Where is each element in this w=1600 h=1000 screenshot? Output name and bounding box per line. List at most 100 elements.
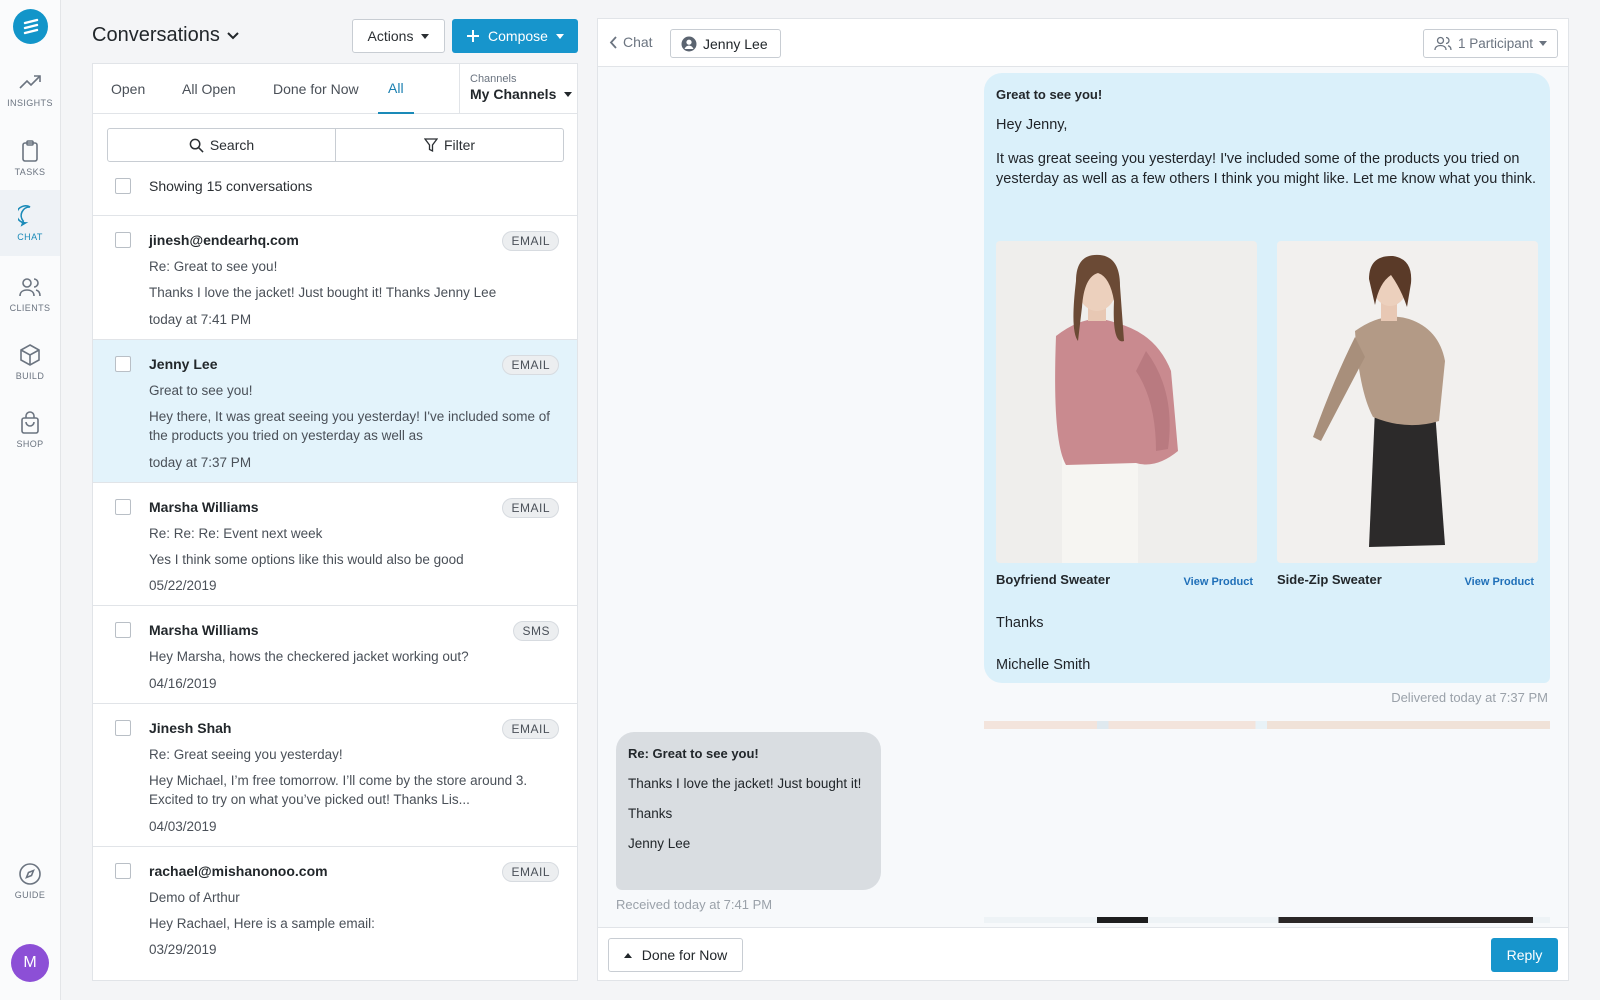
list-item[interactable]: Jenny Lee EMAIL Great to see you! Hey th… bbox=[93, 338, 577, 482]
contact-pill[interactable]: Jenny Lee bbox=[670, 29, 781, 58]
product-cards: Boyfriend Sweater View Product Side-Zip … bbox=[996, 241, 1538, 601]
avatar[interactable]: M bbox=[11, 944, 49, 982]
chat-bubble-icon bbox=[18, 205, 31, 227]
received-status: Received today at 7:41 PM bbox=[616, 897, 773, 912]
conversation-from: jinesh@endearhq.com bbox=[149, 232, 299, 248]
conversation-subject: Great to see you! bbox=[149, 382, 253, 398]
channel-badge: EMAIL bbox=[502, 354, 559, 375]
conversation-preview: Hey Michael, I’m free tomorrow. I’ll com… bbox=[149, 772, 528, 808]
conversation-preview: Hey Rachael, Here is a sample email: bbox=[149, 915, 375, 931]
row-checkbox[interactable] bbox=[115, 862, 131, 879]
caret-down-icon bbox=[421, 33, 430, 39]
left-nav: INSIGHTS TASKS CHAT CLIENTS BUILD SHOP G… bbox=[0, 0, 61, 1000]
conversations-title[interactable]: Conversations bbox=[92, 24, 240, 47]
tab-all[interactable]: All bbox=[378, 64, 414, 114]
select-all-checkbox[interactable] bbox=[115, 178, 131, 194]
conversation-subject: Demo of Arthur bbox=[149, 889, 240, 905]
chevron-left-icon bbox=[609, 35, 617, 49]
channel-badge: EMAIL bbox=[502, 861, 559, 882]
nav-chat[interactable]: CHAT bbox=[0, 190, 60, 256]
nav-label: SHOP bbox=[16, 439, 44, 449]
caret-down-icon bbox=[555, 33, 564, 39]
tab-all-open[interactable]: All Open bbox=[182, 64, 236, 114]
back-to-chat-link[interactable]: Chat bbox=[609, 34, 653, 50]
chat-footer: Done for Now Reply bbox=[598, 927, 1568, 980]
done-for-now-button[interactable]: Done for Now bbox=[608, 938, 743, 972]
shopping-bag-icon bbox=[21, 411, 39, 434]
reply-button[interactable]: Reply bbox=[1491, 938, 1558, 972]
view-product-link[interactable]: View Product bbox=[1465, 576, 1534, 588]
cube-icon bbox=[20, 344, 40, 366]
message-subject: Re: Great to see you! bbox=[628, 746, 759, 761]
compose-button[interactable]: Compose bbox=[452, 19, 578, 53]
conversation-from: Marsha Williams bbox=[149, 498, 259, 515]
nav-shop[interactable]: SHOP bbox=[0, 397, 60, 463]
nav-label: INSIGHTS bbox=[7, 98, 53, 108]
list-item[interactable]: Jinesh Shah EMAIL Re: Great seeing you y… bbox=[93, 702, 577, 846]
conversation-time: 03/29/2019 bbox=[149, 942, 217, 957]
message-line: Thanks bbox=[628, 806, 673, 821]
list-item[interactable]: Marsha Williams EMAIL Re: Re: Re: Event … bbox=[93, 481, 577, 606]
channels-value-text: My Channels bbox=[470, 86, 557, 102]
participants-label: 1 Participant bbox=[1457, 36, 1534, 51]
compose-label: Compose bbox=[488, 28, 548, 44]
conversation-tabs: Open All Open Done for Now All bbox=[93, 64, 459, 114]
compass-icon bbox=[19, 863, 41, 885]
message-closing: Thanks bbox=[996, 615, 1044, 631]
channel-badge: EMAIL bbox=[502, 497, 559, 518]
conversation-from: Jinesh Shah bbox=[149, 719, 232, 736]
view-product-link[interactable]: View Product bbox=[1184, 576, 1253, 588]
row-checkbox[interactable] bbox=[115, 355, 131, 372]
nav-clients[interactable]: CLIENTS bbox=[0, 261, 60, 327]
list-item[interactable]: Marsha Williams SMS Hey Marsha, hows the… bbox=[93, 605, 577, 703]
row-checkbox[interactable] bbox=[115, 232, 131, 248]
search-label: Search bbox=[209, 137, 255, 153]
tab-done-for-now[interactable]: Done for Now bbox=[273, 64, 359, 114]
conversation-list: jinesh@endearhq.com EMAIL Re: Great to s… bbox=[93, 215, 577, 970]
message-line: Thanks I love the jacket! Just bought it… bbox=[628, 776, 862, 791]
clipboard-icon bbox=[22, 140, 38, 162]
message-signature: Michelle Smith bbox=[996, 657, 1091, 673]
message-subject: Great to see you! bbox=[996, 87, 1103, 102]
page-title: Conversations bbox=[92, 24, 220, 46]
app-logo[interactable] bbox=[13, 9, 48, 44]
channels-value: My Channels bbox=[470, 86, 577, 102]
tab-open[interactable]: Open bbox=[111, 64, 145, 114]
search-filter-bar: Search Filter bbox=[107, 128, 564, 162]
list-item[interactable]: jinesh@endearhq.com EMAIL Re: Great to s… bbox=[93, 215, 577, 339]
chat-panel: Chat Jenny Lee 1 Participant Great to se… bbox=[597, 18, 1569, 981]
user-circle-icon bbox=[681, 36, 697, 51]
list-item[interactable]: rachael@mishanonoo.com EMAIL Demo of Art… bbox=[93, 845, 577, 970]
row-checkbox[interactable] bbox=[115, 719, 131, 736]
product-image[interactable] bbox=[996, 241, 1257, 563]
channel-badge: EMAIL bbox=[502, 718, 559, 739]
product-name: Boyfriend Sweater bbox=[996, 572, 1111, 587]
row-checkbox[interactable] bbox=[115, 498, 131, 515]
channels-select[interactable]: Channels My Channels bbox=[459, 64, 577, 114]
actions-button[interactable]: Actions bbox=[352, 19, 445, 53]
nav-tasks[interactable]: TASKS bbox=[0, 125, 60, 191]
nav-build[interactable]: BUILD bbox=[0, 329, 60, 395]
nav-insights[interactable]: INSIGHTS bbox=[0, 56, 60, 122]
nav-label: CHAT bbox=[17, 232, 43, 242]
conversation-from: Jenny Lee bbox=[149, 355, 218, 372]
product-image[interactable] bbox=[1277, 241, 1538, 563]
message-thread[interactable]: Great to see you! Hey Jenny, It was grea… bbox=[598, 67, 1568, 927]
conversation-preview: Thanks I love the jacket! Just bought it… bbox=[149, 285, 497, 300]
nav-label: BUILD bbox=[15, 371, 45, 381]
participants-dropdown[interactable]: 1 Participant bbox=[1423, 29, 1558, 58]
search-button[interactable]: Search bbox=[108, 129, 335, 161]
nav-guide[interactable]: GUIDE bbox=[0, 848, 60, 914]
actions-label: Actions bbox=[367, 28, 414, 44]
channels-caption: Channels bbox=[470, 73, 517, 85]
caret-down-icon bbox=[1539, 41, 1548, 46]
message-body: It was great seeing you yesterday! I've … bbox=[996, 150, 1536, 188]
product-photo-model-pink-sweater bbox=[996, 241, 1257, 563]
filter-button[interactable]: Filter bbox=[335, 129, 563, 161]
done-label: Done for Now bbox=[641, 947, 728, 963]
search-icon bbox=[189, 138, 204, 153]
contact-name: Jenny Lee bbox=[703, 35, 768, 52]
message-greeting: Hey Jenny, bbox=[996, 117, 1068, 133]
delivery-status: Delivered today at 7:37 PM bbox=[1391, 690, 1548, 705]
row-checkbox[interactable] bbox=[115, 622, 131, 638]
